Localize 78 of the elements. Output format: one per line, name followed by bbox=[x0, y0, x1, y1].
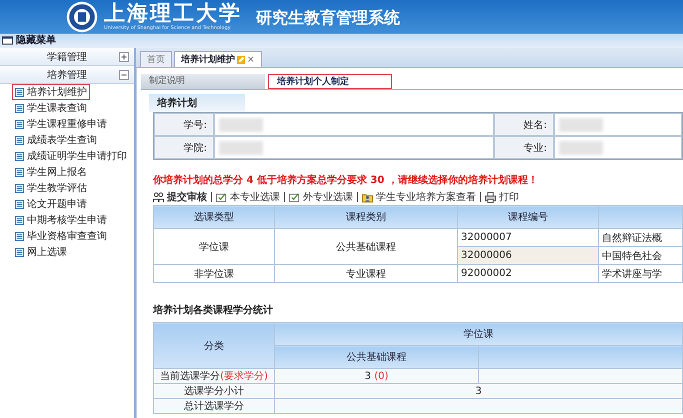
menu-item[interactable]: 论文开题申请 bbox=[12, 196, 90, 212]
toolbar-button[interactable]: 打印 bbox=[485, 190, 519, 204]
column-header: 分类 bbox=[154, 322, 274, 368]
redacted-value bbox=[559, 118, 603, 132]
row-label: 当前选课学分(要求学分) bbox=[154, 368, 274, 384]
field-label: 学号: bbox=[154, 113, 214, 136]
sub-tab[interactable]: 制定说明 bbox=[141, 74, 265, 89]
university-seal-icon bbox=[66, 1, 98, 33]
menu-item[interactable]: 成绩证明学生申请打印 bbox=[12, 148, 130, 164]
people-icon bbox=[153, 192, 164, 202]
menu-item[interactable]: 学生课程重修申请 bbox=[12, 116, 110, 132]
document-icon bbox=[15, 136, 24, 144]
menu-item[interactable]: 毕业资格审查查询 bbox=[12, 228, 110, 244]
document-icon bbox=[15, 200, 24, 208]
menu-item[interactable]: 成绩表学生查询 bbox=[12, 132, 100, 148]
document-icon bbox=[15, 120, 24, 128]
document-icon bbox=[15, 88, 24, 96]
sub-tab[interactable]: 培养计划个人制定 bbox=[268, 74, 392, 89]
expand-icon[interactable] bbox=[119, 52, 129, 62]
table-cell: 学位课 bbox=[154, 228, 274, 264]
section-title: 培养计划 bbox=[149, 94, 245, 112]
row-label: 选课学分小计 bbox=[154, 384, 274, 398]
menu-item[interactable]: 学生教学评估 bbox=[12, 180, 90, 196]
section-title: 培养计划各类课程学分统计 bbox=[153, 303, 274, 317]
field-label: 姓名: bbox=[494, 113, 554, 136]
toolbar-button[interactable]: 外专业选课 bbox=[289, 190, 353, 204]
menu-item[interactable]: 学生网上报名 bbox=[12, 164, 90, 180]
close-button[interactable]: × bbox=[247, 54, 255, 64]
checkbox-icon bbox=[289, 192, 300, 202]
table-cell: 非学位课 bbox=[154, 264, 274, 282]
table-cell: 3 (0) bbox=[274, 368, 478, 384]
collapse-icon[interactable] bbox=[119, 70, 129, 80]
redacted-value bbox=[219, 140, 263, 154]
menu-group-header[interactable]: 培养管理 bbox=[0, 66, 134, 84]
table-cell: 专业课程 bbox=[274, 264, 458, 282]
page-tab[interactable]: 首页 bbox=[140, 51, 172, 67]
column-header: 选课类型 bbox=[154, 206, 274, 228]
warning-message: 你培养计划的总学分 4 低于培养方案总学分要求 30 ，请继续选择你的培养计划课程！ bbox=[153, 173, 539, 187]
page-tab[interactable]: 培养计划维护 × bbox=[174, 51, 262, 67]
column-header: 学位课 bbox=[274, 322, 682, 346]
menu-item[interactable]: 学生课表查询 bbox=[12, 100, 90, 116]
toolbar-button[interactable]: 学生专业培养方案查看 bbox=[362, 190, 476, 204]
column-header: 课程类别 bbox=[274, 206, 458, 228]
field-label: 专业: bbox=[494, 136, 554, 159]
folder-user-icon bbox=[362, 192, 373, 202]
document-icon bbox=[15, 232, 24, 240]
system-title: 研究生教育管理系统 bbox=[256, 8, 400, 29]
toolbar-button[interactable]: 本专业选课 bbox=[216, 190, 280, 204]
table-cell: 公共基础课程 bbox=[274, 228, 458, 264]
table-cell: 中国特色社会 bbox=[598, 246, 682, 264]
table-cell: 自然辩证法概 bbox=[598, 228, 682, 246]
menu-item[interactable]: 中期考核学生申请 bbox=[12, 212, 110, 228]
hide-menu-link[interactable]: 隐藏菜单 bbox=[16, 33, 56, 47]
document-icon bbox=[15, 104, 24, 112]
table-cell: 32000006 bbox=[458, 246, 598, 264]
checkbox-icon bbox=[216, 192, 227, 202]
field-label: 学院: bbox=[154, 136, 214, 159]
edit-icon bbox=[237, 56, 245, 64]
printer-icon bbox=[485, 192, 496, 202]
document-icon bbox=[15, 216, 24, 224]
window-icon bbox=[2, 36, 13, 44]
document-icon bbox=[15, 168, 24, 176]
menu-item[interactable]: 网上选课 bbox=[12, 244, 70, 260]
column-header: 公共基础课程 bbox=[274, 346, 478, 368]
document-icon bbox=[15, 248, 24, 256]
row-label: 总计选课学分 bbox=[154, 398, 274, 414]
toolbar-button[interactable]: 提交审核 bbox=[153, 190, 207, 204]
document-icon bbox=[15, 152, 24, 160]
redacted-value bbox=[559, 140, 603, 154]
table-cell: 学术讲座与学 bbox=[598, 264, 682, 282]
column-header: 课程编号 bbox=[458, 206, 598, 228]
table-cell: 3 bbox=[274, 384, 682, 398]
table-cell: 92000002 bbox=[458, 264, 598, 282]
university-name: 上海理工大学 bbox=[104, 1, 242, 25]
document-icon bbox=[15, 184, 24, 192]
redacted-value bbox=[219, 118, 263, 132]
menu-group-header[interactable]: 学籍管理 bbox=[0, 48, 134, 66]
menu-item[interactable]: 培养计划维护 bbox=[12, 84, 90, 100]
